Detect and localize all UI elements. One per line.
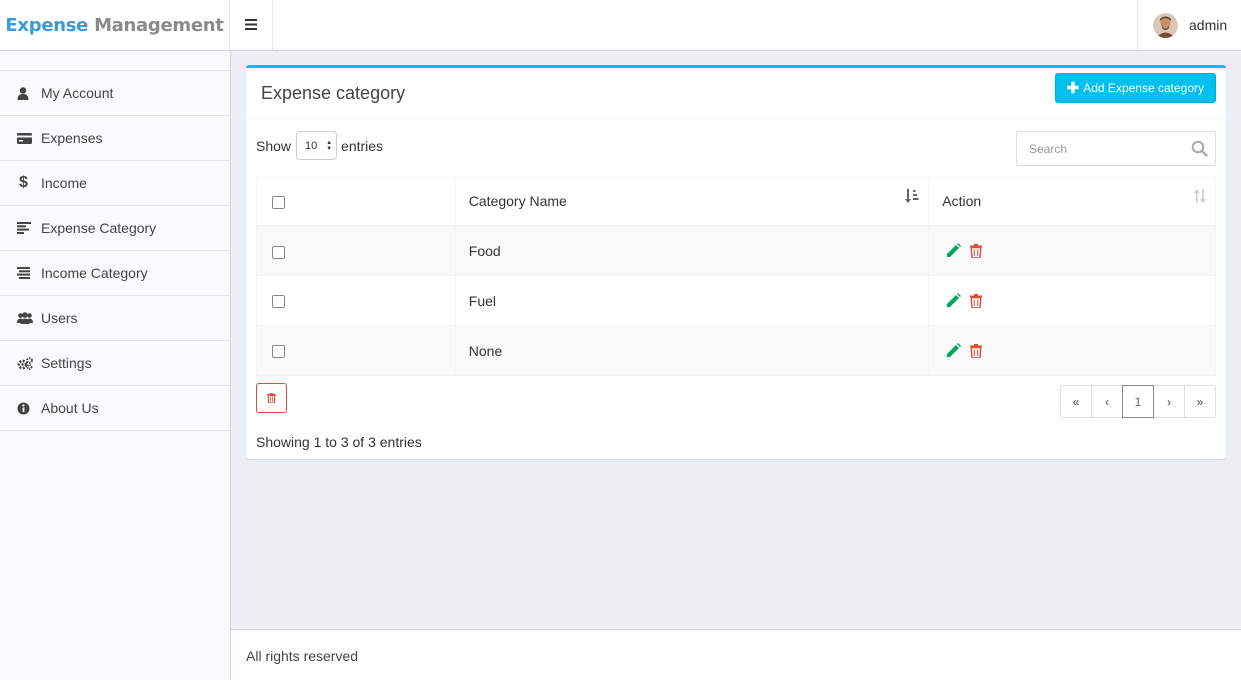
pagination-prev-button[interactable]: ‹	[1091, 385, 1123, 418]
table-header-row: Category Name Action	[256, 177, 1216, 227]
row-checkbox[interactable]	[272, 245, 285, 259]
row-actions	[942, 343, 1215, 358]
search-input[interactable]: Search	[1016, 131, 1216, 166]
pagination: « ‹ 1 › »	[1060, 385, 1216, 418]
align-justify-icon	[17, 267, 41, 279]
user-menu[interactable]: admin	[1137, 0, 1241, 50]
entries-length-control: Show 10 ▲ ▼ entries	[256, 131, 383, 160]
sidebar-item-settings[interactable]: Settings	[0, 341, 230, 386]
table-row: Fuel	[256, 275, 1216, 326]
row-select-cell	[256, 275, 456, 326]
action-cell	[928, 225, 1216, 276]
row-select-cell	[256, 325, 456, 376]
cogs-icon	[17, 356, 41, 370]
pagination-last-button[interactable]: »	[1184, 385, 1216, 418]
page-title: Expense category	[261, 83, 406, 103]
sidebar-item-label: Users	[41, 310, 78, 326]
edit-pencil-icon[interactable]	[946, 343, 962, 358]
category-name-cell: Fuel	[454, 275, 930, 326]
table-row: None	[256, 325, 1216, 376]
expense-category-box: Expense category ✚ Add Expense category …	[246, 65, 1226, 459]
pagination-first-button[interactable]: «	[1060, 385, 1092, 418]
search-placeholder: Search	[1029, 141, 1068, 156]
show-label: Show	[256, 137, 292, 154]
row-actions	[942, 243, 1215, 258]
row-checkbox[interactable]	[272, 295, 285, 309]
footer-text: All rights reserved	[246, 648, 359, 664]
align-left-icon	[17, 222, 41, 234]
page-length-value: 10	[305, 139, 318, 152]
sidebar-item-users[interactable]: Users	[0, 296, 230, 341]
sidebar-item-expense-category[interactable]: Expense Category	[0, 206, 230, 251]
footer: All rights reserved	[231, 629, 1241, 680]
dollar-icon: $	[19, 174, 28, 191]
app-logo[interactable]: Expense Management	[0, 0, 230, 50]
bulk-delete-button[interactable]	[256, 383, 287, 413]
select-all-checkbox[interactable]	[272, 196, 285, 210]
sort-ascending-icon	[905, 189, 919, 206]
pagination-page-1[interactable]: 1	[1122, 385, 1154, 418]
row-checkbox[interactable]	[272, 345, 285, 359]
column-header-label: Action	[942, 193, 982, 210]
sort-icon	[1194, 189, 1206, 206]
sidebar-item-about-us[interactable]: About Us	[0, 386, 230, 431]
add-button-label: Add Expense category	[1083, 81, 1204, 95]
user-icon	[17, 86, 41, 100]
hamburger-icon	[245, 17, 257, 33]
pagination-next-button[interactable]: ›	[1153, 385, 1185, 418]
table-row: Food	[256, 225, 1216, 276]
plus-icon: ✚	[1066, 79, 1080, 97]
sidebar: My Account Expenses $ Income Expense Cat…	[0, 51, 231, 680]
table-info: Showing 1 to 3 of 3 entries	[256, 434, 422, 450]
sidebar-item-label: Income Category	[41, 265, 148, 281]
action-cell	[928, 325, 1216, 376]
user-name: admin	[1189, 17, 1228, 33]
category-table: Category Name Action Food Fuel None	[256, 177, 1216, 376]
search-icon[interactable]	[1191, 140, 1208, 160]
sidebar-item-label: My Account	[41, 85, 114, 101]
action-cell	[928, 275, 1216, 326]
category-name-cell: None	[454, 325, 930, 376]
sidebar-item-label: Expenses	[41, 130, 103, 146]
column-header-action[interactable]: Action	[928, 177, 1216, 227]
box-header: Expense category ✚ Add Expense category	[246, 68, 1226, 119]
add-expense-category-button[interactable]: ✚ Add Expense category	[1054, 73, 1216, 103]
sidebar-menu: My Account Expenses $ Income Expense Cat…	[0, 70, 230, 431]
select-all-header	[256, 177, 456, 227]
sidebar-item-expenses[interactable]: Expenses	[0, 116, 230, 161]
row-select-cell	[256, 225, 456, 276]
sidebar-toggle-button[interactable]	[230, 0, 273, 50]
column-header-category-name[interactable]: Category Name	[454, 177, 930, 227]
sidebar-item-income-category[interactable]: Income Category	[0, 251, 230, 296]
sidebar-item-label: Expense Category	[41, 220, 157, 236]
logo-text-expense: Expense	[5, 14, 89, 36]
sidebar-item-my-account[interactable]: My Account	[0, 71, 230, 116]
delete-trash-icon[interactable]	[970, 243, 983, 258]
delete-trash-icon[interactable]	[970, 293, 983, 308]
trash-icon	[267, 390, 276, 406]
sidebar-item-label: About Us	[41, 400, 99, 416]
category-name-cell: Food	[454, 225, 930, 276]
info-circle-icon	[17, 402, 41, 415]
credit-card-icon	[17, 132, 41, 144]
row-actions	[942, 293, 1215, 308]
users-icon	[17, 312, 41, 324]
sidebar-item-label: Income	[41, 175, 87, 191]
sidebar-item-income[interactable]: $ Income	[0, 161, 230, 206]
logo-text-management: Management	[94, 14, 224, 36]
page-length-select[interactable]: 10 ▲ ▼	[296, 131, 338, 160]
entries-label: entries	[341, 137, 384, 154]
delete-trash-icon[interactable]	[970, 343, 983, 358]
avatar	[1153, 12, 1178, 38]
edit-pencil-icon[interactable]	[946, 293, 962, 308]
column-header-label: Category Name	[468, 193, 567, 210]
edit-pencil-icon[interactable]	[946, 243, 962, 258]
sidebar-item-label: Settings	[41, 355, 92, 371]
select-arrows-icon: ▲ ▼	[326, 140, 333, 152]
top-navbar: Expense Management admin	[0, 0, 1241, 51]
